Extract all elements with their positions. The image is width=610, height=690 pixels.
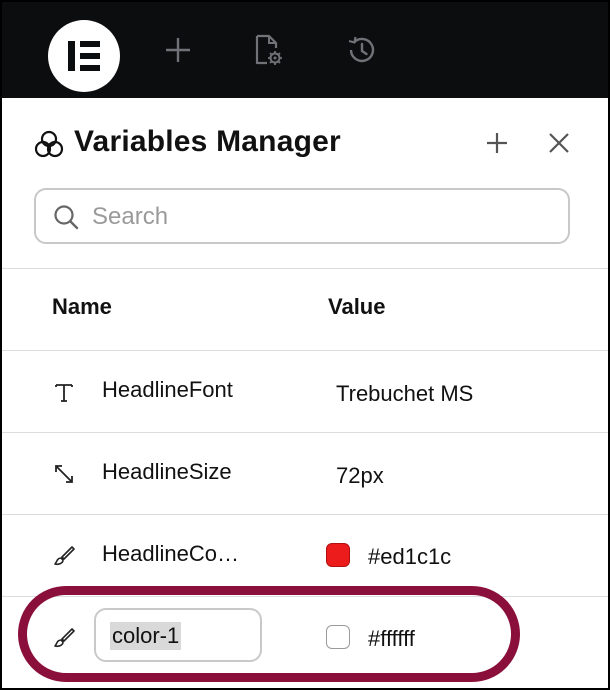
search-box[interactable]	[34, 188, 570, 244]
divider	[2, 432, 608, 433]
column-header-name: Name	[52, 294, 112, 319]
color-swatch[interactable]	[326, 543, 350, 567]
add-variable-button[interactable]	[480, 126, 514, 160]
brush-icon	[50, 542, 78, 570]
plus-icon[interactable]	[160, 32, 196, 68]
variable-name-text: color-1	[110, 622, 182, 650]
close-icon	[549, 133, 569, 153]
size-arrows-icon	[50, 460, 78, 488]
divider	[2, 350, 608, 351]
top-bar	[2, 2, 608, 98]
color-swatch[interactable]	[326, 625, 350, 649]
page-title: Variables Manager	[74, 125, 341, 158]
variable-value: Trebuchet MS	[336, 381, 474, 406]
elementor-logo-icon[interactable]	[48, 20, 120, 92]
close-button[interactable]	[542, 126, 576, 160]
divider	[2, 596, 608, 597]
brush-icon	[50, 624, 78, 652]
variable-name: HeadlineCo…	[102, 541, 239, 566]
variable-value: 72px	[336, 463, 384, 488]
app-frame: Variables Manager Name Value Headlin	[0, 0, 610, 690]
variable-name-input[interactable]: color-1	[94, 608, 262, 662]
variables-icon	[32, 128, 66, 162]
variable-name: HeadlineSize	[102, 459, 232, 484]
search-icon	[52, 203, 80, 231]
variable-value: #ed1c1c	[368, 544, 452, 569]
history-icon[interactable]	[344, 32, 380, 68]
variable-value: #ffffff	[368, 626, 415, 651]
search-input[interactable]	[90, 198, 534, 236]
divider	[2, 268, 608, 269]
variable-name: HeadlineFont	[102, 377, 233, 402]
divider	[2, 514, 608, 515]
page-settings-icon[interactable]	[249, 32, 285, 68]
column-header-value: Value	[328, 294, 386, 319]
plus-icon	[487, 133, 507, 153]
text-icon	[50, 378, 78, 406]
